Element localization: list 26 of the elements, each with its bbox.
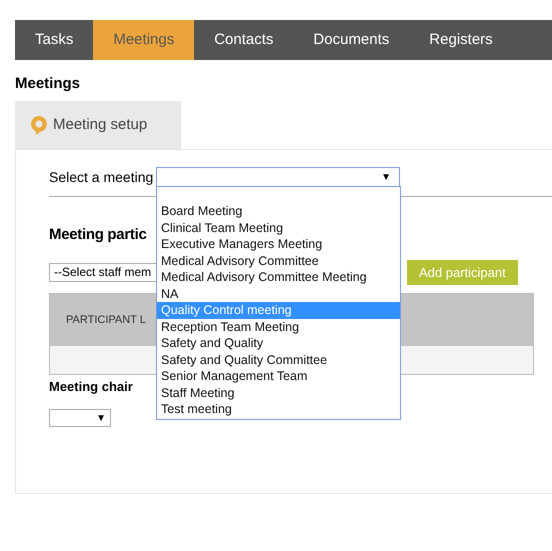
chair-select[interactable]: ▼: [49, 409, 111, 427]
nav-tab[interactable]: Tasks: [15, 20, 94, 60]
dropdown-option[interactable]: Reception Team Meeting: [157, 318, 400, 335]
dropdown-option[interactable]: Safety and Quality Committee: [157, 352, 400, 368]
dropdown-option[interactable]: Clinical Team Meeting: [157, 220, 400, 236]
dropdown-option[interactable]: Executive Managers Meeting: [157, 236, 400, 252]
table-header: PARTICIPANT L: [66, 312, 146, 328]
nav-tab[interactable]: Contacts: [194, 20, 294, 60]
dropdown-option[interactable]: Board Meeting: [157, 203, 400, 220]
field-label: Select a meeting: [49, 168, 154, 187]
dropdown-option[interactable]: Test meeting: [157, 401, 400, 418]
dropdown-option[interactable]: Safety and Quality: [157, 335, 400, 352]
nav-tab[interactable]: Documents: [293, 20, 410, 60]
dropdown-option[interactable]: NA: [157, 286, 400, 302]
location-pin-icon: [31, 116, 47, 134]
dropdown-option[interactable]: Medical Advisory Committee Meeting: [157, 269, 400, 286]
section-heading: Meeting partic: [49, 225, 146, 245]
nav-tab[interactable]: Meetings: [93, 20, 194, 60]
page-title: Meetings: [15, 74, 82, 93]
dropdown-option[interactable]: Staff Meeting: [157, 384, 400, 401]
caret-icon: ▼: [381, 170, 391, 184]
dropdown-option[interactable]: Senior Management Team: [157, 368, 400, 384]
field-label: Meeting chair: [49, 378, 133, 396]
dropdown-option[interactable]: Medical Advisory Committee: [157, 252, 400, 269]
nav-tab[interactable]: Registers: [409, 20, 513, 60]
caret-icon: ▼: [96, 410, 106, 426]
